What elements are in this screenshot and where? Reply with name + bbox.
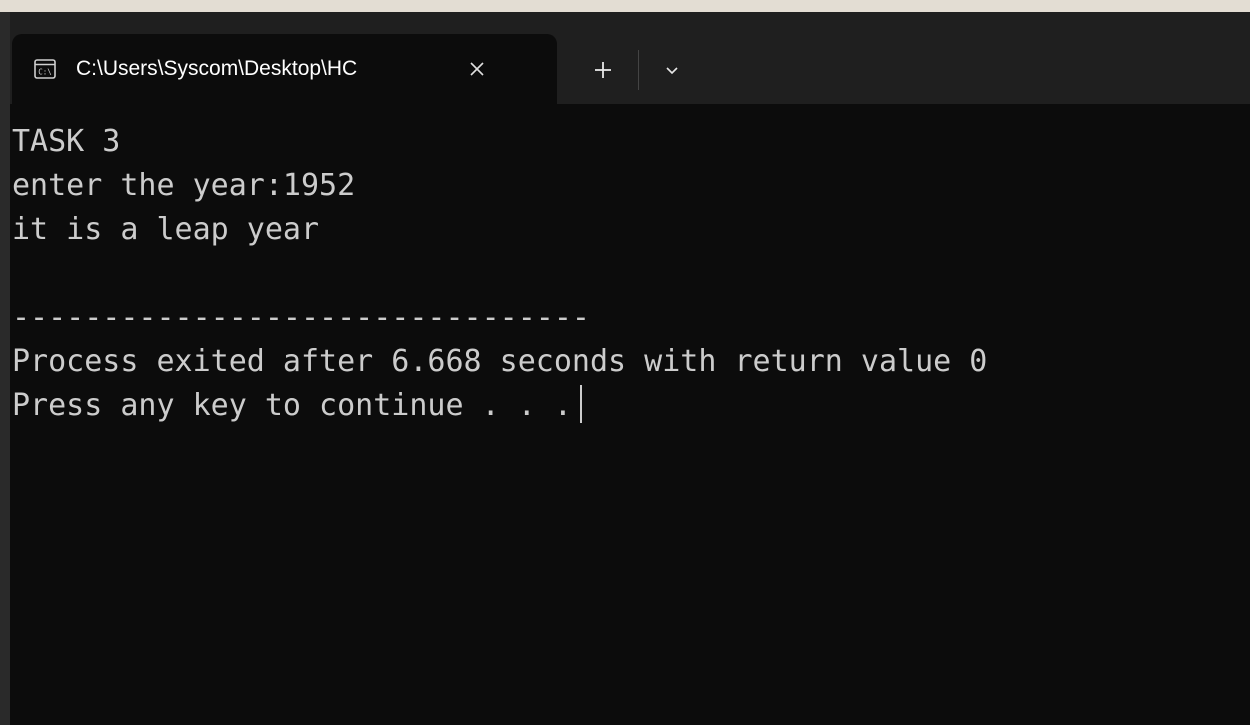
chevron-down-icon — [666, 67, 678, 75]
tab-separator — [638, 50, 639, 90]
close-icon — [470, 62, 484, 76]
profile-dropdown-button[interactable] — [652, 52, 692, 88]
close-tab-button[interactable] — [460, 52, 494, 86]
cmd-terminal-icon: C:\ — [34, 58, 56, 80]
svg-text:C:\: C:\ — [38, 68, 52, 77]
terminal-tab[interactable]: C:\ C:\Users\Syscom\Desktop\HC — [12, 34, 557, 104]
window-left-frame — [0, 12, 10, 725]
terminal-prompt-line: Press any key to continue . . . — [12, 384, 1242, 428]
terminal-line: TASK 3 — [12, 124, 121, 159]
window-top-edge — [0, 0, 1250, 12]
terminal-window: C:\ C:\Users\Syscom\Desktop\HC TASK 3 en… — [0, 0, 1250, 725]
terminal-line: it is a leap year — [12, 212, 320, 247]
text-cursor — [579, 385, 582, 423]
plus-icon — [595, 62, 611, 78]
terminal-line: Press any key to continue . . . — [12, 388, 572, 423]
terminal-output[interactable]: TASK 3 enter the year:1952 it is a leap … — [12, 120, 1242, 428]
terminal-line: -------------------------------- — [12, 300, 590, 335]
tab-title: C:\Users\Syscom\Desktop\HC — [76, 57, 358, 80]
new-tab-button[interactable] — [583, 52, 623, 88]
terminal-line: Process exited after 6.668 seconds with … — [12, 344, 988, 379]
terminal-line: enter the year:1952 — [12, 168, 356, 203]
